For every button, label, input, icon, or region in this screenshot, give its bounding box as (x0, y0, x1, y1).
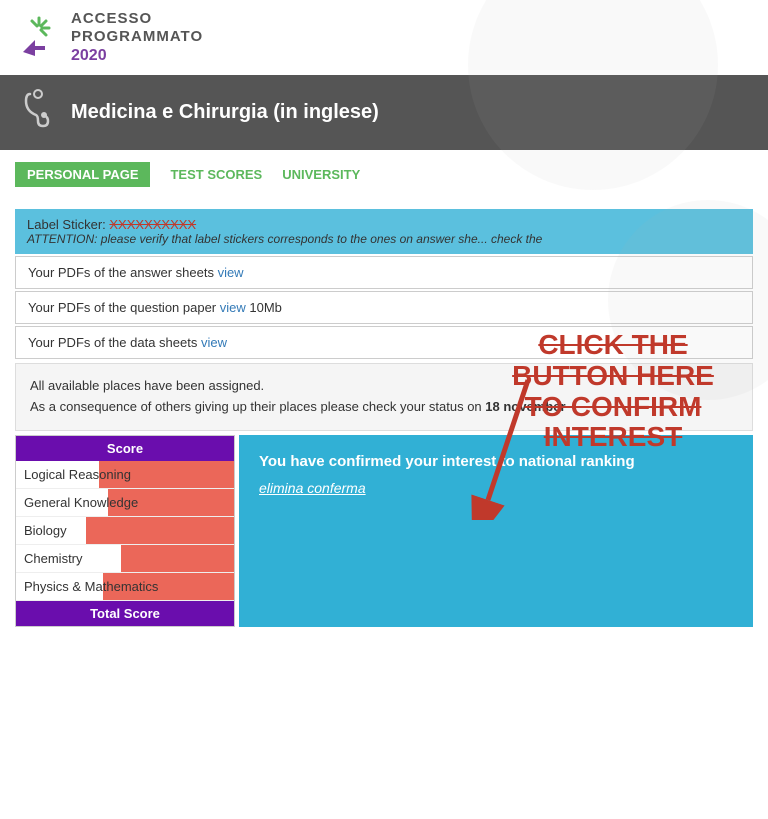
nav-tabs: PERSONAL PAGE TEST SCORES UNIVERSITY (0, 150, 768, 199)
tab-test-scores[interactable]: TEST SCORES (170, 167, 262, 182)
program-title: Medicina e Chirurgia (in inglese) (71, 101, 379, 124)
score-bar-chemistry (121, 545, 234, 572)
status-date: 18 november (485, 399, 565, 414)
score-label-general: General Knowledge (24, 495, 138, 510)
elimina-link[interactable]: elimina conferma (259, 480, 366, 496)
score-bar-biology (86, 517, 234, 544)
score-label-chemistry: Chemistry (24, 551, 83, 566)
top-header: ACCESSO PROGRAMMATO 2020 (0, 0, 768, 75)
score-label-logical: Logical Reasoning (24, 467, 131, 482)
pdf-question-link[interactable]: view (220, 300, 246, 315)
status-line2: As a consequence of others giving up the… (30, 399, 482, 414)
label-sticker-value: XXXXXXXXXX (109, 217, 196, 232)
pdf-data-text: Your PDFs of the data sheets (28, 335, 201, 350)
status-box: All available places have been assigned.… (15, 363, 753, 431)
tab-university[interactable]: UNIVERSITY (282, 167, 360, 182)
logo-accesso: ACCESSO (71, 10, 203, 28)
content-area: Label Sticker: XXXXXXXXXX ATTENTION: ple… (0, 199, 768, 637)
table-row: Physics & Mathematics (16, 573, 234, 601)
confirm-title: You have confirmed your interest to nati… (259, 453, 733, 470)
score-table-header: Score (16, 436, 234, 461)
confirm-box: You have confirmed your interest to nati… (239, 435, 753, 627)
pdf-row-answer: Your PDFs of the answer sheets view (15, 256, 753, 289)
pdf-question-extra: 10Mb (249, 300, 282, 315)
table-row: Biology (16, 517, 234, 545)
label-sticker-label: Label Sticker: (27, 217, 106, 232)
score-total-row: Total Score (16, 601, 234, 626)
pdf-data-link[interactable]: view (201, 335, 227, 350)
label-sticker-line: Label Sticker: XXXXXXXXXX (27, 217, 741, 232)
stethoscope-icon (20, 89, 56, 136)
table-row: Chemistry (16, 545, 234, 573)
attention-line: ATTENTION: please verify that label stic… (27, 232, 741, 246)
table-row: General Knowledge (16, 489, 234, 517)
info-box-blue: Label Sticker: XXXXXXXXXX ATTENTION: ple… (15, 209, 753, 254)
pdf-row-question: Your PDFs of the question paper view 10M… (15, 291, 753, 324)
pdf-answer-text: Your PDFs of the answer sheets (28, 265, 218, 280)
logo-icon (15, 14, 63, 62)
bottom-section: Score Logical Reasoning General Knowledg… (15, 435, 753, 627)
pdf-question-text: Your PDFs of the question paper (28, 300, 220, 315)
pdf-row-data: Your PDFs of the data sheets view (15, 326, 753, 359)
logo-year: 2020 (71, 46, 203, 65)
logo-text: ACCESSO PROGRAMMATO 2020 (71, 10, 203, 65)
logo-programmato: PROGRAMMATO (71, 28, 203, 46)
score-label-biology: Biology (24, 523, 67, 538)
score-label-physics: Physics & Mathematics (24, 579, 158, 594)
table-row: Logical Reasoning (16, 461, 234, 489)
tab-personal-page[interactable]: PERSONAL PAGE (15, 162, 150, 187)
logo-area: ACCESSO PROGRAMMATO 2020 (15, 10, 203, 65)
score-table: Score Logical Reasoning General Knowledg… (15, 435, 235, 627)
program-banner: Medicina e Chirurgia (in inglese) (0, 75, 768, 150)
pdf-answer-link[interactable]: view (218, 265, 244, 280)
status-line1: All available places have been assigned. (30, 378, 264, 393)
